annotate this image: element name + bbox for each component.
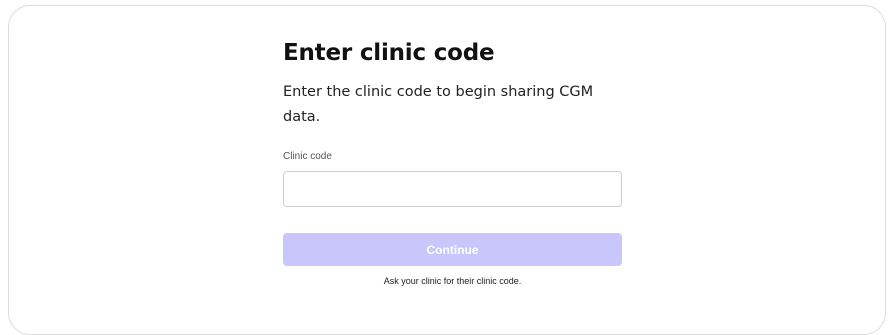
page-subtitle: Enter the clinic code to begin sharing C…	[283, 84, 594, 125]
page-title: Enter clinic code	[283, 40, 495, 66]
clinic-code-label: Clinic code	[283, 151, 332, 162]
clinic-code-hint: Ask your clinic for their clinic code.	[383, 276, 522, 286]
clinic-code-input[interactable]	[283, 171, 622, 207]
clinic-code-form: Enter clinic code Enter the clinic code …	[283, 38, 623, 287]
clinic-code-card: Enter clinic code Enter the clinic code …	[8, 5, 886, 335]
continue-button[interactable]: Continue	[283, 233, 622, 266]
